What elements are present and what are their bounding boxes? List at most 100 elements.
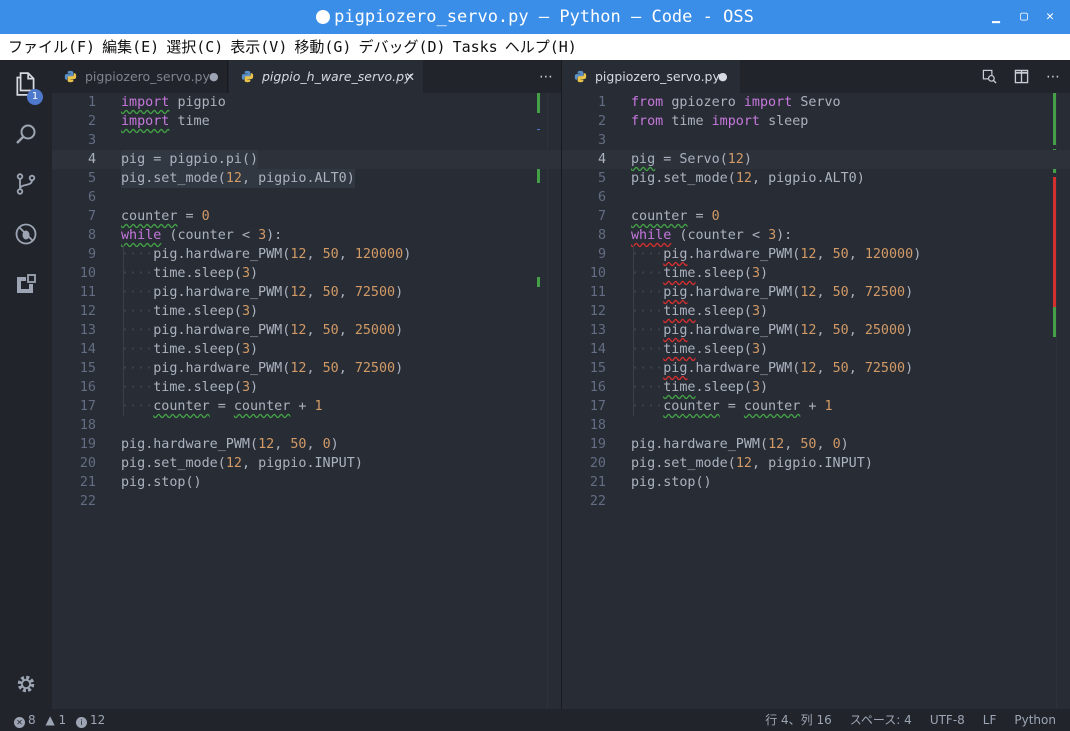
editor-group-left: pigpiozero_servo.py ● pigpio_h_ware_serv…: [52, 60, 562, 709]
code-line[interactable]: 5 pig.set_mode(12, pigpio.ALT0): [52, 169, 561, 188]
info-count: 12: [90, 713, 106, 727]
split-editor-icon[interactable]: [1010, 60, 1032, 93]
line-number: 10: [589, 266, 606, 281]
code-line[interactable]: 11 ····pig.hardware_PWM(12, 50, 72500): [562, 283, 1070, 302]
code-line[interactable]: 21 pig.stop(): [562, 473, 1070, 492]
menu-go[interactable]: 移動(G): [294, 38, 351, 56]
search-icon[interactable]: [0, 114, 52, 154]
code-text: import pigpio: [121, 95, 226, 110]
unsaved-dot-icon: ●: [718, 70, 728, 83]
code-line[interactable]: 17 ····counter = counter + 1: [52, 397, 561, 416]
line-number: 14: [79, 342, 96, 357]
code-line[interactable]: 20 pig.set_mode(12, pigpio.INPUT): [562, 454, 1070, 473]
code-editor-left[interactable]: 1 import pigpio 2 import time 3 4 pig = pigpio…: [52, 93, 561, 709]
code-line[interactable]: 13 ····pig.hardware_PWM(12, 50, 25000): [562, 321, 1070, 340]
menu-help[interactable]: ヘルプ(H): [505, 38, 577, 56]
line-number: 21: [589, 475, 606, 490]
code-line[interactable]: 21 pig.stop(): [52, 473, 561, 492]
code-line[interactable]: 15 ····pig.hardware_PWM(12, 50, 72500): [562, 359, 1070, 378]
menu-edit[interactable]: 編集(E): [102, 38, 159, 56]
code-line[interactable]: 7 counter = 0: [52, 207, 561, 226]
explorer-icon[interactable]: 1: [0, 64, 52, 105]
more-actions-icon[interactable]: ⋯: [1042, 60, 1064, 93]
code-line[interactable]: 14 ····time.sleep(3): [52, 340, 561, 359]
tab-pigpiozero-servo[interactable]: pigpiozero_servo.py ●: [52, 60, 228, 93]
code-line[interactable]: 18: [562, 416, 1070, 435]
minimize-icon[interactable]: ▁: [984, 0, 1008, 34]
code-line[interactable]: 12 ····time.sleep(3): [562, 302, 1070, 321]
code-line[interactable]: 22: [52, 492, 561, 511]
code-text: ····pig.hardware_PWM(12, 50, 72500): [121, 361, 404, 376]
indentation[interactable]: スペース: 4: [850, 713, 912, 727]
line-number: 19: [589, 437, 606, 452]
close-icon[interactable]: ✕: [1038, 0, 1062, 34]
code-line[interactable]: 1 import pigpio: [52, 93, 561, 112]
end-of-line[interactable]: LF: [983, 713, 997, 727]
code-line[interactable]: 1 from gpiozero import Servo: [562, 93, 1070, 112]
menu-debug[interactable]: デバッグ(D): [358, 38, 445, 56]
line-number: 7: [597, 209, 606, 224]
code-line[interactable]: 3: [562, 131, 1070, 150]
code-text: ····pig.hardware_PWM(12, 50, 120000): [631, 247, 922, 262]
code-text: from gpiozero import Servo: [631, 95, 841, 110]
code-line[interactable]: 5 pig.set_mode(12, pigpio.ALT0): [562, 169, 1070, 188]
settings-gear-icon[interactable]: [0, 664, 52, 704]
code-line[interactable]: 16 ····time.sleep(3): [562, 378, 1070, 397]
code-line[interactable]: 12 ····time.sleep(3): [52, 302, 561, 321]
line-number: 19: [79, 437, 96, 452]
code-editor-right[interactable]: 1 from gpiozero import Servo 2 from time im…: [562, 93, 1070, 709]
more-actions-icon[interactable]: ⋯: [535, 60, 557, 93]
code-line[interactable]: 8 while (counter < 3):: [52, 226, 561, 245]
code-line[interactable]: 20 pig.set_mode(12, pigpio.INPUT): [52, 454, 561, 473]
menu-selection[interactable]: 選択(C): [166, 38, 223, 56]
tab-pigpiozero-servo-right[interactable]: pigpiozero_servo.py ●: [562, 60, 740, 93]
code-line[interactable]: 10 ····time.sleep(3): [562, 264, 1070, 283]
code-line[interactable]: 4 pig = pigpio.pi(): [52, 150, 561, 169]
code-text: ····time.sleep(3): [631, 342, 769, 357]
code-text: ····time.sleep(3): [121, 266, 259, 281]
code-line[interactable]: 17 ····counter = counter + 1: [562, 397, 1070, 416]
code-line[interactable]: 9 ····pig.hardware_PWM(12, 50, 120000): [562, 245, 1070, 264]
code-line[interactable]: 6: [52, 188, 561, 207]
code-line[interactable]: 18: [52, 416, 561, 435]
close-tab-icon[interactable]: ✕: [405, 70, 415, 84]
code-line[interactable]: 14 ····time.sleep(3): [562, 340, 1070, 359]
code-line[interactable]: 8 while (counter < 3):: [562, 226, 1070, 245]
code-line[interactable]: 10 ····time.sleep(3): [52, 264, 561, 283]
code-text: counter = 0: [121, 209, 210, 224]
code-line[interactable]: 2 import time: [52, 112, 561, 131]
menu-view[interactable]: 表示(V): [230, 38, 287, 56]
code-line[interactable]: 7 counter = 0: [562, 207, 1070, 226]
code-line[interactable]: 3: [52, 131, 561, 150]
code-line[interactable]: 22: [562, 492, 1070, 511]
code-line[interactable]: 13 ····pig.hardware_PWM(12, 50, 25000): [52, 321, 561, 340]
code-text: ····time.sleep(3): [121, 380, 259, 395]
code-line[interactable]: 16 ····time.sleep(3): [52, 378, 561, 397]
extensions-icon[interactable]: [0, 264, 52, 304]
code-line[interactable]: 11 ····pig.hardware_PWM(12, 50, 72500): [52, 283, 561, 302]
code-line[interactable]: 19 pig.hardware_PWM(12, 50, 0): [52, 435, 561, 454]
open-changes-icon[interactable]: [978, 60, 1000, 93]
encoding[interactable]: UTF-8: [930, 713, 965, 727]
source-control-icon[interactable]: [0, 164, 52, 204]
code-line[interactable]: 4 pig = Servo(12): [562, 150, 1070, 169]
code-text: ····counter = counter + 1: [631, 399, 833, 414]
code-text: from time import sleep: [631, 114, 809, 129]
cursor-position[interactable]: 行 4、列 16: [765, 713, 832, 727]
menu-tasks[interactable]: Tasks: [453, 38, 498, 56]
code-line[interactable]: 9 ····pig.hardware_PWM(12, 50, 120000): [52, 245, 561, 264]
problems-summary[interactable]: ✕ 8 ▲ 1 i 12: [14, 709, 105, 731]
menu-file[interactable]: ファイル(F): [8, 38, 95, 56]
tab-pigpio-h-ware-servo[interactable]: pigpio_h_ware_servo.py ✕: [229, 60, 423, 93]
code-line[interactable]: 15 ····pig.hardware_PWM(12, 50, 72500): [52, 359, 561, 378]
line-number: 16: [79, 380, 96, 395]
maximize-icon[interactable]: ▢: [1012, 0, 1036, 34]
line-number: 15: [589, 361, 606, 376]
code-line[interactable]: 6: [562, 188, 1070, 207]
debug-icon[interactable]: [0, 214, 52, 254]
language-mode[interactable]: Python: [1014, 713, 1056, 727]
code-line[interactable]: 19 pig.hardware_PWM(12, 50, 0): [562, 435, 1070, 454]
code-line[interactable]: 2 from time import sleep: [562, 112, 1070, 131]
code-text: pig.hardware_PWM(12, 50, 0): [631, 437, 849, 452]
warning-icon: ▲: [45, 713, 55, 727]
